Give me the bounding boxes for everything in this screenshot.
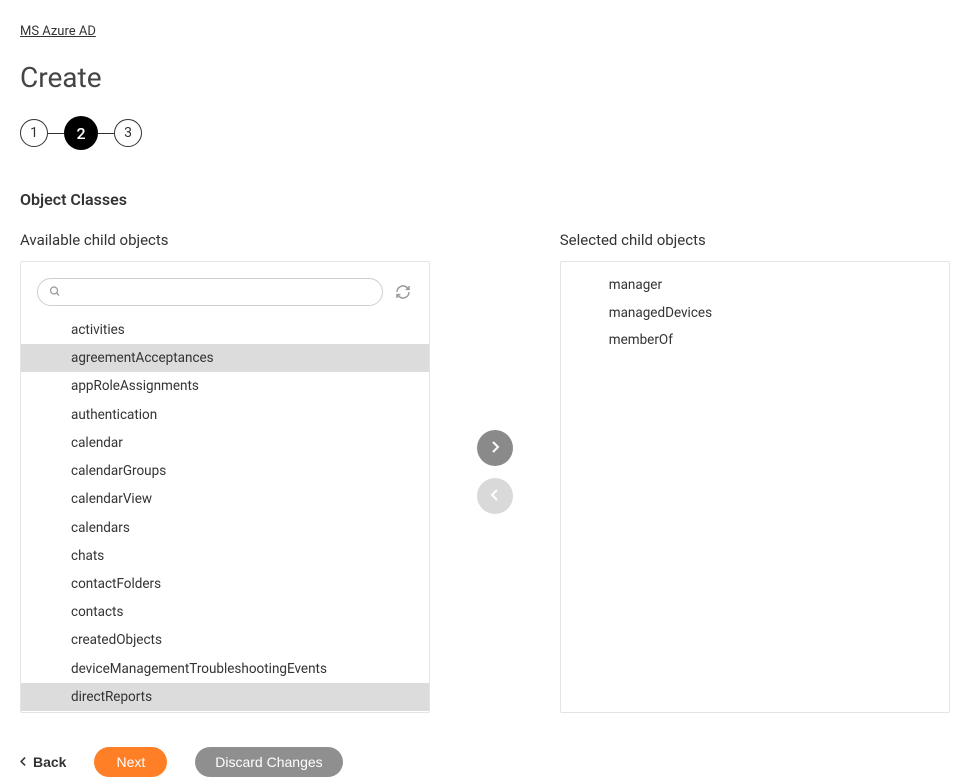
list-item[interactable]: drive <box>21 711 429 712</box>
list-item[interactable]: calendars <box>21 514 429 542</box>
list-item[interactable]: createdObjects <box>21 626 429 654</box>
page-title: Create <box>20 61 950 94</box>
list-item[interactable]: calendarView <box>21 485 429 513</box>
list-item[interactable]: appRoleAssignments <box>21 372 429 400</box>
chevron-left-icon <box>490 488 500 505</box>
list-item[interactable]: contactFolders <box>21 570 429 598</box>
step-3[interactable]: 3 <box>114 119 142 147</box>
list-item[interactable]: activities <box>21 316 429 344</box>
list-item[interactable]: directReports <box>21 683 429 711</box>
search-input[interactable] <box>37 278 383 306</box>
step-1[interactable]: 1 <box>20 119 48 147</box>
move-right-button[interactable] <box>477 430 513 466</box>
breadcrumb[interactable]: MS Azure AD <box>20 24 96 39</box>
chevron-right-icon <box>490 440 500 457</box>
list-item[interactable]: calendarGroups <box>21 457 429 485</box>
list-item[interactable]: authentication <box>21 401 429 429</box>
available-label: Available child objects <box>20 231 430 249</box>
list-item[interactable]: managedDevices <box>561 300 949 328</box>
list-item[interactable]: contacts <box>21 598 429 626</box>
list-item[interactable]: deviceManagementTroubleshootingEvents <box>21 655 429 683</box>
list-item[interactable]: calendar <box>21 429 429 457</box>
available-list: activitiesagreementAcceptancesappRoleAss… <box>21 316 429 712</box>
search-icon <box>49 283 61 302</box>
discard-button[interactable]: Discard Changes <box>195 747 342 777</box>
selected-label: Selected child objects <box>560 231 950 249</box>
refresh-icon[interactable] <box>393 282 413 302</box>
step-2[interactable]: 2 <box>64 116 98 150</box>
back-button[interactable]: Back <box>20 754 66 770</box>
selected-list: managermanagedDevicesmemberOf <box>561 262 949 365</box>
back-label: Back <box>33 754 66 770</box>
next-button[interactable]: Next <box>94 747 167 777</box>
list-item[interactable]: chats <box>21 542 429 570</box>
list-item[interactable]: manager <box>561 272 949 300</box>
available-panel: activitiesagreementAcceptancesappRoleAss… <box>20 261 430 713</box>
stepper: 123 <box>20 116 950 150</box>
list-item[interactable]: agreementAcceptances <box>21 344 429 372</box>
section-title: Object Classes <box>20 190 950 209</box>
list-item[interactable]: memberOf <box>561 327 949 355</box>
selected-panel: managermanagedDevicesmemberOf <box>560 261 950 713</box>
move-left-button <box>477 478 513 514</box>
chevron-left-icon <box>20 754 27 770</box>
